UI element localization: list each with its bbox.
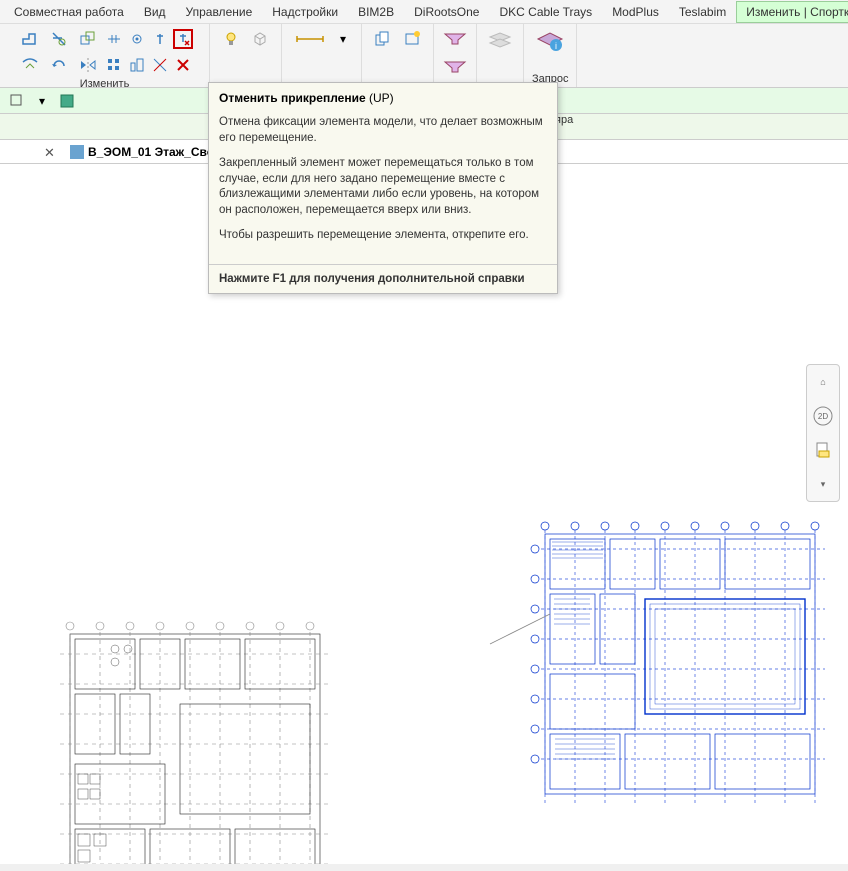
tooltip-shortcut: (UP) (369, 91, 394, 105)
menu-collaborate[interactable]: Совместная работа (4, 1, 134, 23)
array-button[interactable] (104, 55, 124, 75)
ribbon-group-empty (477, 24, 524, 87)
split-element-button[interactable] (17, 52, 43, 78)
svg-text:i: i (555, 41, 557, 51)
rotate-button[interactable] (46, 52, 72, 78)
tooltip-footer: Нажмите F1 для получения дополнительной … (209, 264, 557, 293)
family-editor-button[interactable] (399, 26, 425, 52)
tooltip-p1: Отмена фиксации элемента модели, что дел… (219, 115, 547, 146)
light-bulb-button[interactable] (218, 26, 244, 52)
cope-button[interactable] (17, 26, 43, 52)
menu-teslabim[interactable]: Teslabim (669, 1, 736, 23)
floor-plan-background (60, 624, 330, 864)
tooltip-body: Отмена фиксации элемента модели, что дел… (209, 109, 557, 264)
create-similar-button[interactable] (370, 26, 396, 52)
greyed-layers-button (485, 26, 515, 56)
mirror-button[interactable] (75, 52, 101, 78)
plan-view-icon (70, 145, 84, 159)
tooltip-title-row: Отменить прикрепление (UP) (209, 83, 557, 109)
cut-geometry-button[interactable] (46, 26, 72, 52)
tooltip-unpin: Отменить прикрепление (UP) Отмена фиксац… (208, 82, 558, 294)
offset-button[interactable] (127, 29, 147, 49)
ribbon-label-modify: Изменить (80, 78, 130, 90)
menu-manage[interactable]: Управление (176, 1, 263, 23)
ribbon-group-modify: Изменить (0, 24, 210, 87)
filter-button-2[interactable] (442, 54, 468, 80)
view-tab-active[interactable]: В_ЭОМ_01 Этаж_Сво (62, 143, 222, 161)
qa-dropdown-icon[interactable]: ▾ (31, 90, 53, 112)
filter-button-1[interactable] (442, 26, 468, 52)
view-tab-label: В_ЭОМ_01 Этаж_Сво (88, 145, 214, 159)
ribbon-group-filter (434, 24, 477, 87)
unpin-button[interactable] (173, 29, 193, 49)
qa-save-icon[interactable] (56, 90, 78, 112)
scale-button[interactable] (127, 55, 147, 75)
nav-sheet-icon[interactable] (810, 437, 836, 463)
navigation-bar: ⌂ 2D ▾ (806, 364, 840, 502)
menu-modplus[interactable]: ModPlus (602, 1, 669, 23)
menu-modify-context[interactable]: Изменить | Спорткомпл (736, 1, 848, 23)
align-button[interactable] (104, 29, 124, 49)
ribbon-group-query: i Запрос (524, 24, 577, 87)
ribbon-group-create (362, 24, 434, 87)
nav-2d-button[interactable]: 2D (810, 403, 836, 429)
menu-view[interactable]: Вид (134, 1, 176, 23)
join-geometry-button[interactable] (75, 26, 101, 52)
pin-button[interactable] (150, 29, 170, 49)
ribbon-group-view (210, 24, 282, 87)
floor-plan-linked-selected (530, 524, 830, 814)
menu-bim2b[interactable]: BIM2B (348, 1, 404, 23)
qa-select-icon[interactable] (6, 90, 28, 112)
measure-button[interactable] (290, 26, 330, 52)
ribbon: Изменить ▾ i Запрос Отменить (0, 24, 848, 88)
delete-button[interactable] (173, 55, 193, 75)
menu-dirootsone[interactable]: DiRootsOne (404, 1, 489, 23)
dropdown-measure-icon[interactable]: ▾ (333, 29, 353, 49)
close-view-button[interactable]: ✕ (44, 145, 55, 161)
box-3d-button[interactable] (247, 26, 273, 52)
nav-dropdown-icon[interactable]: ▾ (810, 471, 836, 497)
trim-button[interactable] (150, 55, 170, 75)
ribbon-group-measure: ▾ (282, 24, 362, 87)
menu-dkc[interactable]: DKC Cable Trays (489, 1, 602, 23)
nav-home-icon[interactable]: ⌂ (810, 369, 836, 395)
menu-bar: Совместная работа Вид Управление Надстро… (0, 0, 848, 24)
svg-text:2D: 2D (818, 412, 828, 421)
query-button[interactable]: i (533, 26, 567, 60)
tooltip-title: Отменить прикрепление (219, 91, 366, 105)
tooltip-p3: Чтобы разрешить перемещение элемента, от… (219, 228, 547, 244)
tooltip-p2: Закрепленный элемент может перемещаться … (219, 156, 547, 218)
menu-addins[interactable]: Надстройки (262, 1, 348, 23)
